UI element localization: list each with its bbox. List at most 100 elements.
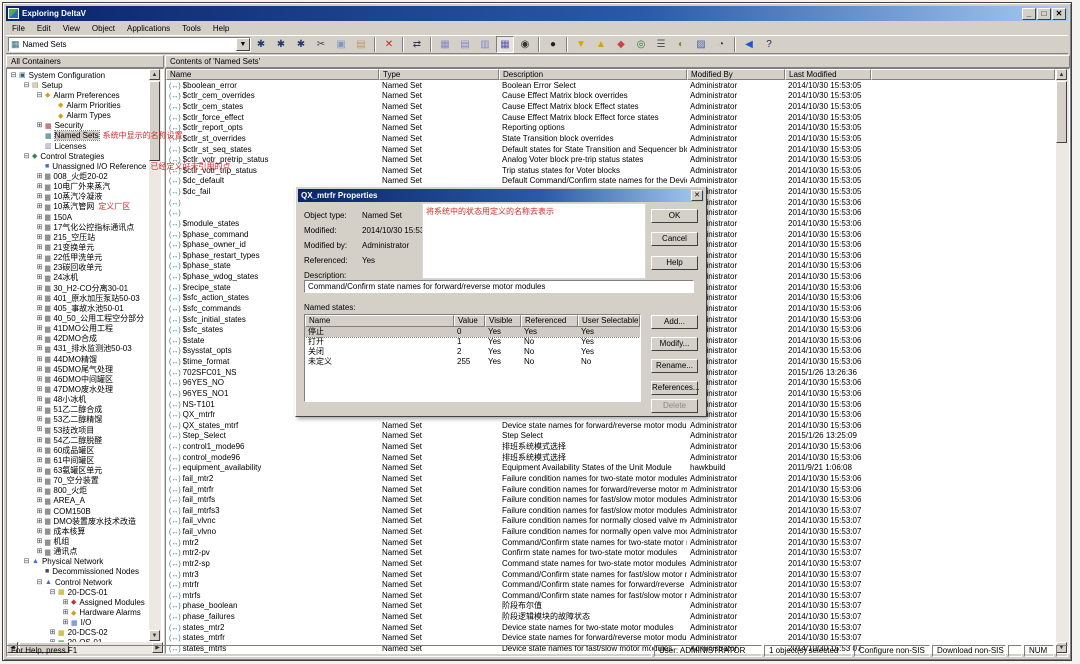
- expand-icon[interactable]: ⊞: [36, 477, 43, 484]
- view-large-icons-icon[interactable]: ▦: [436, 36, 454, 53]
- table-row[interactable]: (↔)$ctlr_st_overridesNamed SetState Tran…: [166, 133, 1055, 144]
- tree-item[interactable]: ⊞▆AREA_A: [8, 496, 151, 506]
- delete-icon[interactable]: ✕: [380, 36, 398, 53]
- expand-icon[interactable]: ⊞: [36, 285, 43, 292]
- description-field[interactable]: Command/Confirm state names for forward/…: [304, 280, 694, 293]
- table-row[interactable]: (↔)fail_mtrfs3Named SetFailure condition…: [166, 505, 1055, 516]
- tree-item[interactable]: ■Decommissioned Nodes: [8, 567, 151, 577]
- tree-item[interactable]: ⊞▆机组: [8, 536, 151, 546]
- menu-item-object[interactable]: Object: [86, 23, 121, 34]
- tree-item[interactable]: ⊞▆53乙二醇精馏: [8, 415, 151, 425]
- states-column-value[interactable]: Value: [454, 315, 485, 327]
- tree-item[interactable]: ⊞▆70_空分装置: [8, 476, 151, 486]
- list-vertical-scrollbar[interactable]: ▲ ▼: [1056, 69, 1069, 653]
- tree-item[interactable]: ◆Alarm Priorities: [8, 100, 151, 110]
- menu-item-file[interactable]: File: [6, 23, 31, 34]
- table-row[interactable]: (↔)Step_SelectNamed SetStep SelectAdmini…: [166, 431, 1055, 442]
- tree-item-label[interactable]: Decommissioned Nodes: [52, 567, 139, 576]
- minimize-button[interactable]: _: [1022, 8, 1036, 20]
- menu-item-edit[interactable]: Edit: [31, 23, 57, 34]
- tree-item[interactable]: ⊞▆10电厂外来蒸汽: [8, 182, 151, 192]
- tree-item-label[interactable]: Physical Network: [42, 557, 103, 566]
- tree-item[interactable]: ◆Alarm Types: [8, 111, 151, 121]
- states-column-referenced[interactable]: Referenced: [521, 315, 578, 327]
- history-icon[interactable]: ◔: [712, 36, 730, 53]
- dialog-close-icon[interactable]: ✕: [691, 190, 703, 201]
- expand-icon[interactable]: ⊞: [36, 467, 43, 474]
- tree-item[interactable]: ⊞▆22低甲洗单元: [8, 253, 151, 263]
- tree-item[interactable]: ⊞▦Security: [8, 121, 151, 131]
- table-row[interactable]: (↔)fail_mtrfsNamed SetFailure condition …: [166, 494, 1055, 505]
- tree-item[interactable]: ⊞▆40_50_公用工程空分部分: [8, 313, 151, 323]
- tree-item[interactable]: ⊞▆61中间罐区: [8, 455, 151, 465]
- copy-icon[interactable]: ▣: [332, 36, 350, 53]
- view-details-icon[interactable]: ▦: [496, 36, 514, 53]
- table-row[interactable]: (↔)QX_states_mtrfNamed SetDevice state n…: [166, 420, 1055, 431]
- expand-icon[interactable]: ⊞: [36, 548, 43, 555]
- table-row[interactable]: (↔)$ctlr_report_optsNamed SetReporting o…: [166, 123, 1055, 134]
- tree-item[interactable]: ▦Named Sets系统中显示的名称设置: [8, 131, 151, 141]
- tree-item[interactable]: ⊞▆DMO装置废水技术改造: [8, 516, 151, 526]
- table-row[interactable]: (↔)fail_mtr2Named SetFailure condition n…: [166, 473, 1055, 484]
- table-row[interactable]: (↔)control1_mode96Named Set排班系统模式选择Admin…: [166, 441, 1055, 452]
- expand-icon[interactable]: ⊞: [36, 244, 43, 251]
- expand-icon[interactable]: ⊞: [36, 254, 43, 261]
- tree-item[interactable]: ⊞▆10蒸汽冷凝液: [8, 192, 151, 202]
- tree-scroll-thumb[interactable]: [149, 81, 160, 161]
- tree-scroll-down-icon[interactable]: ▼: [149, 630, 160, 641]
- tree-item-label[interactable]: 150A: [53, 213, 72, 222]
- table-row[interactable]: (↔)$ctlr_votr_pretrip_statusNamed SetAna…: [166, 154, 1055, 165]
- table-row[interactable]: (↔)mtr2Named SetCommand/Confirm state na…: [166, 537, 1055, 548]
- assignment-icon[interactable]: ◆: [612, 36, 630, 53]
- tree-item[interactable]: ⊞▆10蒸汽管网定义厂区: [8, 202, 151, 212]
- table-row[interactable]: (↔)$dc_defaultNamed SetDefault Command/C…: [166, 176, 1055, 187]
- expand-icon[interactable]: ⊞: [36, 325, 43, 332]
- tree-item-label[interactable]: Named Sets: [55, 131, 99, 140]
- tree-item[interactable]: ⊟▤Setup: [8, 80, 151, 90]
- object-type-dropdown[interactable]: ▦ Named Sets ▼: [8, 37, 251, 52]
- collapse-icon[interactable]: ⊟: [23, 82, 30, 89]
- tree-item[interactable]: ⊟▲Physical Network: [8, 557, 151, 567]
- expand-icon[interactable]: ⊞: [36, 214, 43, 221]
- menu-item-view[interactable]: View: [57, 23, 86, 34]
- tree-item[interactable]: ⊞▆30_H2-CO分离30-01: [8, 283, 151, 293]
- expand-icon[interactable]: ⊞: [36, 295, 43, 302]
- tree-item-label[interactable]: Unassigned I/O Reference: [52, 162, 146, 171]
- table-row[interactable]: (↔)control_mode96Named Set排班系统模式选择Admini…: [166, 452, 1055, 463]
- tree-item[interactable]: ⊟◆Control Strategies: [8, 151, 151, 161]
- tree-item-label[interactable]: 20-DCS-01: [68, 588, 108, 597]
- expand-icon[interactable]: ⊞: [36, 447, 43, 454]
- named-state-row[interactable]: 关闭2YesNoYes: [305, 347, 640, 357]
- dropdown-arrow-icon[interactable]: ▼: [236, 38, 250, 51]
- dialog-title-bar[interactable]: QX_mtrfr Properties ✕: [298, 189, 704, 202]
- expand-icon[interactable]: ⊞: [62, 599, 69, 606]
- tree-item[interactable]: ⊞◆Hardware Alarms: [8, 607, 151, 617]
- table-row[interactable]: (↔)phase_failuresNamed Set阶段逻辑模块的故障状态Adm…: [166, 611, 1055, 622]
- expand-icon[interactable]: ⊞: [36, 315, 43, 322]
- tree-item[interactable]: ⊞▆60成品罐区: [8, 445, 151, 455]
- cancel-button[interactable]: Cancel: [651, 232, 698, 246]
- list-scroll-up-icon[interactable]: ▲: [1056, 69, 1067, 80]
- expand-icon[interactable]: ⊞: [36, 366, 43, 373]
- table-row[interactable]: (↔)equipment_availabilityNamed SetEquipm…: [166, 463, 1055, 474]
- tree-item[interactable]: ▥Licenses: [8, 141, 151, 151]
- view-list-icon[interactable]: ▥: [476, 36, 494, 53]
- tree-item-label[interactable]: 10蒸汽管网: [53, 201, 94, 212]
- named-state-row[interactable]: 打开1YesNoYes: [305, 337, 640, 347]
- tree-item-label[interactable]: Licenses: [55, 142, 87, 151]
- tree-item-label[interactable]: Control Network: [55, 578, 112, 587]
- table-row[interactable]: (↔)states_mtrfrNamed SetDevice state nam…: [166, 633, 1055, 644]
- tree-item[interactable]: ⊞▆COM150B: [8, 506, 151, 516]
- named-state-row[interactable]: 未定义255YesNoNo: [305, 357, 640, 367]
- expand-icon[interactable]: ⊞: [36, 518, 43, 525]
- expand-icon[interactable]: ⊞: [36, 457, 43, 464]
- tree-item-label[interactable]: I/O: [81, 618, 92, 627]
- tree-item-label[interactable]: System Configuration: [29, 71, 105, 80]
- collapse-icon[interactable]: ⊟: [36, 92, 43, 99]
- tree-vertical-scrollbar[interactable]: ▲ ▼: [149, 69, 161, 641]
- table-row[interactable]: (↔)mtr2-spNamed SetCommand state names f…: [166, 558, 1055, 569]
- swap-window-icon[interactable]: ⇄: [408, 36, 426, 53]
- expand-icon[interactable]: ⊞: [36, 305, 43, 312]
- expand-icon[interactable]: ⊞: [36, 396, 43, 403]
- download-icon[interactable]: ▼: [572, 36, 590, 53]
